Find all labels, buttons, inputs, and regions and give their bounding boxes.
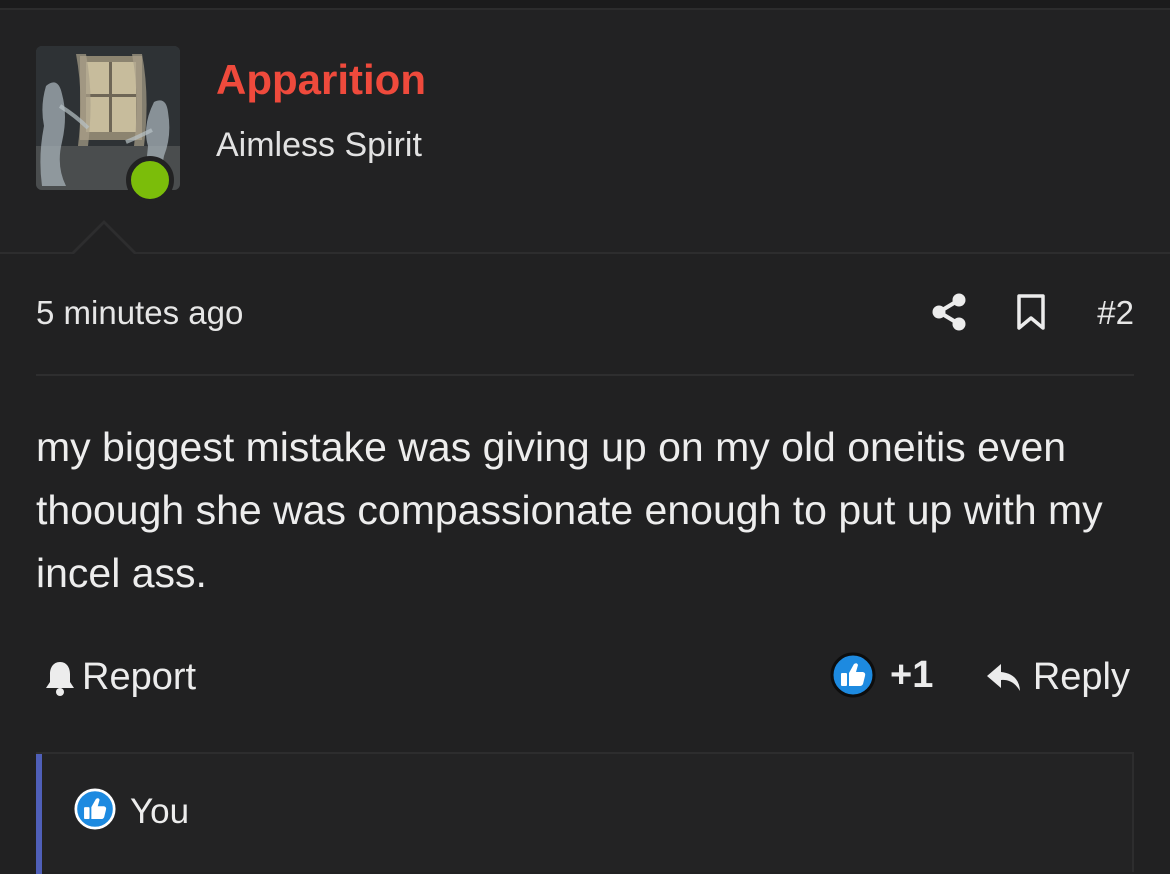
- reactions-list[interactable]: You: [36, 752, 1134, 874]
- author-user-title: Aimless Spirit: [216, 126, 422, 164]
- user-header: Apparition Aimless Spirit: [0, 10, 1170, 254]
- like-icon: [830, 652, 876, 698]
- post-actions: Report +1 Reply: [36, 652, 1134, 708]
- bookmark-icon[interactable]: [1013, 292, 1049, 332]
- post-divider: [36, 374, 1134, 376]
- post-number-link[interactable]: #2: [1097, 294, 1134, 332]
- reactions-accent-bar: [36, 754, 42, 874]
- post-meta: 5 minutes ago #2: [36, 292, 1134, 336]
- reply-label: Reply: [1032, 656, 1130, 698]
- reaction-user[interactable]: You: [130, 792, 189, 832]
- report-label: Report: [82, 656, 197, 698]
- report-button[interactable]: Report: [44, 656, 196, 699]
- header-pointer-fill: [72, 224, 136, 256]
- author-username[interactable]: Apparition: [216, 56, 426, 104]
- like-icon: [74, 788, 116, 830]
- share-icon[interactable]: [929, 292, 969, 332]
- like-reaction-summary[interactable]: +1: [830, 652, 933, 698]
- top-rule: [0, 0, 1170, 10]
- avatar[interactable]: [36, 46, 180, 204]
- reply-button[interactable]: Reply: [985, 656, 1130, 699]
- post-body: my biggest mistake was giving up on my o…: [36, 424, 1103, 596]
- like-count: +1: [890, 653, 934, 696]
- online-status-indicator: [126, 156, 174, 204]
- reply-icon: [986, 663, 1020, 691]
- post-timestamp[interactable]: 5 minutes ago: [36, 294, 243, 332]
- bell-icon: [46, 661, 74, 696]
